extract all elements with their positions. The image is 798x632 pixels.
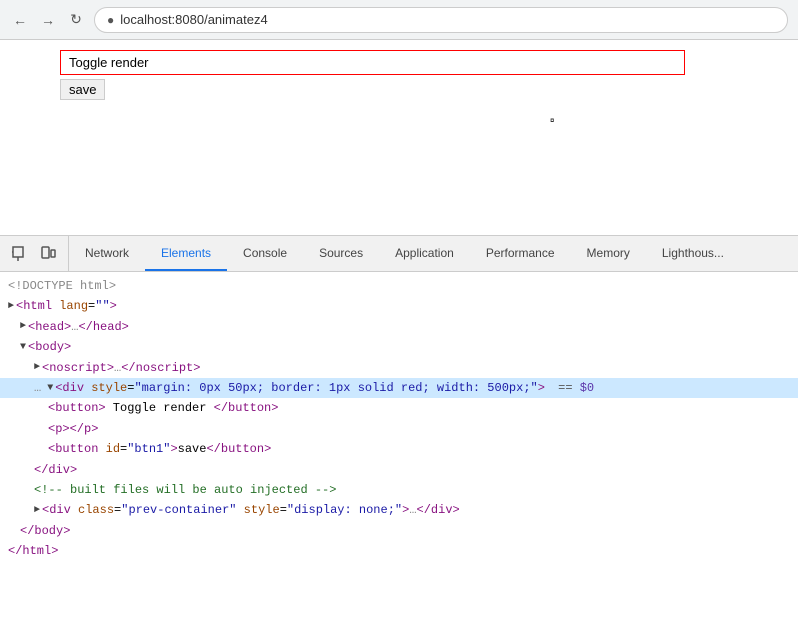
dom-line-button-save[interactable]: <button id="btn1">save</button> <box>0 439 798 459</box>
tab-sources[interactable]: Sources <box>303 236 379 271</box>
dom-line-noscript[interactable]: ►<noscript>…</noscript> <box>0 358 798 378</box>
tab-console[interactable]: Console <box>227 236 303 271</box>
expand-icon[interactable]: ► <box>34 502 40 519</box>
dom-line-body[interactable]: ▼<body> <box>0 337 798 357</box>
cursor: ⬞ <box>550 112 554 130</box>
expand-icon[interactable]: ► <box>8 298 14 315</box>
device-toolbar-icon[interactable] <box>36 242 60 266</box>
forward-button[interactable]: → <box>38 10 58 30</box>
toggle-render-button[interactable]: Toggle render <box>60 50 685 75</box>
devtools-icon-group <box>0 236 69 271</box>
url-text: localhost:8080/animatez4 <box>120 12 267 27</box>
tab-performance[interactable]: Performance <box>470 236 571 271</box>
dom-line-head[interactable]: ►<head>…</head> <box>0 317 798 337</box>
tab-elements[interactable]: Elements <box>145 236 227 271</box>
expand-icon[interactable]: ► <box>20 318 26 335</box>
dom-line-p[interactable]: <p></p> <box>0 419 798 439</box>
tab-memory[interactable]: Memory <box>571 236 646 271</box>
dom-line-div-selected[interactable]: … ▼<div style="margin: 0px 50px; border:… <box>0 378 798 398</box>
save-button[interactable]: save <box>60 79 105 100</box>
back-button[interactable]: ← <box>10 10 30 30</box>
tab-lighthouse[interactable]: Lighthous... <box>646 236 740 271</box>
dom-line-div-close[interactable]: </div> <box>0 460 798 480</box>
dom-line-comment: <!-- built files will be auto injected -… <box>0 480 798 500</box>
collapse-icon[interactable]: ▼ <box>20 339 26 356</box>
devtools-panel: Network Elements Console Sources Applica… <box>0 235 798 631</box>
lock-icon: ● <box>107 13 114 27</box>
collapse-icon[interactable]: ▼ <box>47 380 53 397</box>
devtools-toolbar: Network Elements Console Sources Applica… <box>0 236 798 272</box>
expand-icon[interactable]: ► <box>34 359 40 376</box>
page-content: Toggle render save ⬞ <box>0 40 798 235</box>
dom-line-body-close[interactable]: </body> <box>0 521 798 541</box>
reload-button[interactable]: ↻ <box>66 10 86 30</box>
dom-line-html[interactable]: ►<html lang=""> <box>0 296 798 316</box>
dom-line-html-close[interactable]: </html> <box>0 541 798 561</box>
devtools-tabs: Network Elements Console Sources Applica… <box>69 236 798 271</box>
dom-line-button-toggle[interactable]: <button> Toggle render </button> <box>0 398 798 418</box>
elements-panel-content: <!DOCTYPE html> ►<html lang=""> ►<head>…… <box>0 272 798 632</box>
browser-chrome: ← → ↻ ● localhost:8080/animatez4 <box>0 0 798 40</box>
address-bar[interactable]: ● localhost:8080/animatez4 <box>94 7 788 33</box>
tab-application[interactable]: Application <box>379 236 470 271</box>
inspect-element-icon[interactable] <box>8 242 32 266</box>
dot-menu-icon[interactable]: … <box>34 378 41 398</box>
tab-network[interactable]: Network <box>69 236 145 271</box>
dom-line-prev-container[interactable]: ►<div class="prev-container" style="disp… <box>0 500 798 520</box>
dom-line-doctype: <!DOCTYPE html> <box>0 276 798 296</box>
